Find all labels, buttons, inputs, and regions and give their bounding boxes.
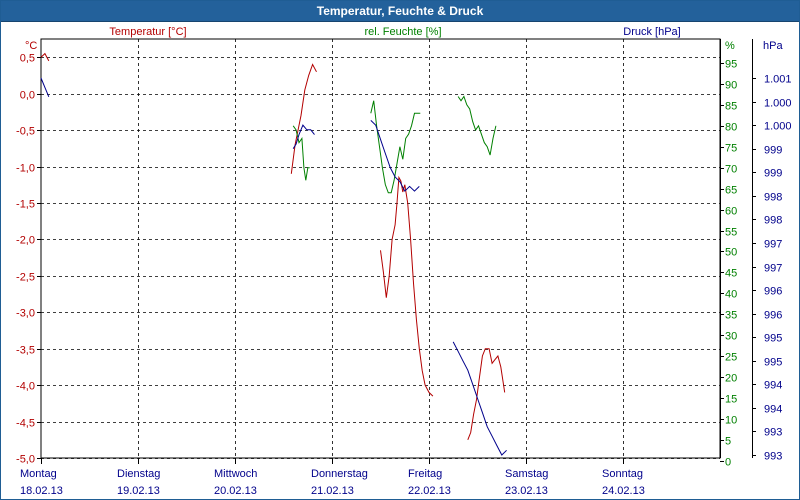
temperature-tick-label: -2,0 xyxy=(16,235,35,247)
pressure-tick-label: 993 xyxy=(764,451,782,463)
humidity-tick-label: 95 xyxy=(725,59,737,71)
temperature-tick-label: -3,5 xyxy=(16,345,35,357)
x-tick-date-label: 19.02.13 xyxy=(117,485,160,497)
temperature-tick-label: -4,5 xyxy=(16,418,35,430)
humidity-tick-label: 35 xyxy=(725,310,737,322)
pressure-tick-label: 1.001 xyxy=(764,74,792,86)
humidity-tick-label: 85 xyxy=(725,101,737,113)
temperature-tick-label: -5,0 xyxy=(16,454,35,466)
pressure-tick-label: 998 xyxy=(764,192,782,204)
pressure-axis-title: Druck [hPa] xyxy=(623,26,680,38)
pressure-tick-label: 1.000 xyxy=(764,121,792,133)
humidity-tick-label: 75 xyxy=(725,143,737,155)
x-tick-day-label: Dienstag xyxy=(117,468,160,480)
temperature-tick-label: 0,0 xyxy=(20,90,35,102)
pressure-tick-label: 1.000 xyxy=(764,98,792,110)
pressure-tick-label: 996 xyxy=(764,310,782,322)
pressure-tick-label: 994 xyxy=(764,404,782,416)
humidity-tick-label: 25 xyxy=(725,352,737,364)
temperature-tick-label: -2,5 xyxy=(16,272,35,284)
temperature-axis-title: Temperatur [°C] xyxy=(109,26,186,38)
x-tick-date-label: 23.02.13 xyxy=(505,485,548,497)
x-tick-day-label: Sonntag xyxy=(602,468,643,480)
x-tick-date-label: 24.02.13 xyxy=(602,485,645,497)
humidity-tick-label: 10 xyxy=(725,415,737,427)
humidity-tick-label: 45 xyxy=(725,268,737,280)
pressure-tick-label: 996 xyxy=(764,286,782,298)
humidity-tick-label: 40 xyxy=(725,289,737,301)
humidity-tick-label: 65 xyxy=(725,185,737,197)
pressure-tick-label: 993 xyxy=(764,427,782,439)
x-tick-day-label: Freitag xyxy=(408,468,442,480)
temperature-tick-label: -0,5 xyxy=(16,126,35,138)
x-tick-date-label: 20.02.13 xyxy=(214,485,257,497)
plot-area xyxy=(40,38,721,459)
humidity-tick-label: 5 xyxy=(725,436,731,448)
x-tick-day-label: Montag xyxy=(20,468,57,480)
humidity-tick-label: 55 xyxy=(725,227,737,239)
x-tick-day-label: Samstag xyxy=(505,468,548,480)
temperature-tick-label: -1,5 xyxy=(16,199,35,211)
x-tick-day-label: Donnerstag xyxy=(311,468,368,480)
pressure-tick-label: 997 xyxy=(764,239,782,251)
temperature-unit-label: °C xyxy=(25,40,37,52)
pressure-tick-label: 995 xyxy=(764,333,782,345)
pressure-tick-label: 998 xyxy=(764,215,782,227)
humidity-unit-label: % xyxy=(725,40,735,52)
humidity-tick-label: 50 xyxy=(725,247,737,259)
pressure-tick-label: 999 xyxy=(764,145,782,157)
humidity-tick-label: 20 xyxy=(725,373,737,385)
humidity-tick-label: 90 xyxy=(725,80,737,92)
humidity-tick-label: 15 xyxy=(725,394,737,406)
humidity-axis-title: rel. Feuchte [%] xyxy=(364,26,441,38)
temperature-tick-label: 0,5 xyxy=(20,53,35,65)
temperature-tick-label: -1,0 xyxy=(16,163,35,175)
x-tick-date-label: 18.02.13 xyxy=(20,485,63,497)
x-tick-date-label: 22.02.13 xyxy=(408,485,451,497)
humidity-tick-label: 60 xyxy=(725,206,737,218)
pressure-tick-label: 997 xyxy=(764,263,782,275)
temperature-tick-label: -4,0 xyxy=(16,381,35,393)
pressure-tick-label: 999 xyxy=(764,168,782,180)
x-tick-day-label: Mittwoch xyxy=(214,468,257,480)
x-tick-date-label: 21.02.13 xyxy=(311,485,354,497)
humidity-tick-label: 0 xyxy=(725,457,731,469)
temperature-tick-label: -3,0 xyxy=(16,308,35,320)
pressure-unit-label: hPa xyxy=(763,40,783,52)
pressure-tick-label: 994 xyxy=(764,380,782,392)
humidity-tick-label: 30 xyxy=(725,331,737,343)
humidity-tick-label: 70 xyxy=(725,164,737,176)
humidity-tick-label: 80 xyxy=(725,122,737,134)
pressure-tick-label: 995 xyxy=(764,357,782,369)
chart-canvas: 0,5 0,0 -0,5 -1,0 -1,5 -2,0 -2,5 -3,0 -3,5 -4,0 -4… xyxy=(16,26,792,497)
